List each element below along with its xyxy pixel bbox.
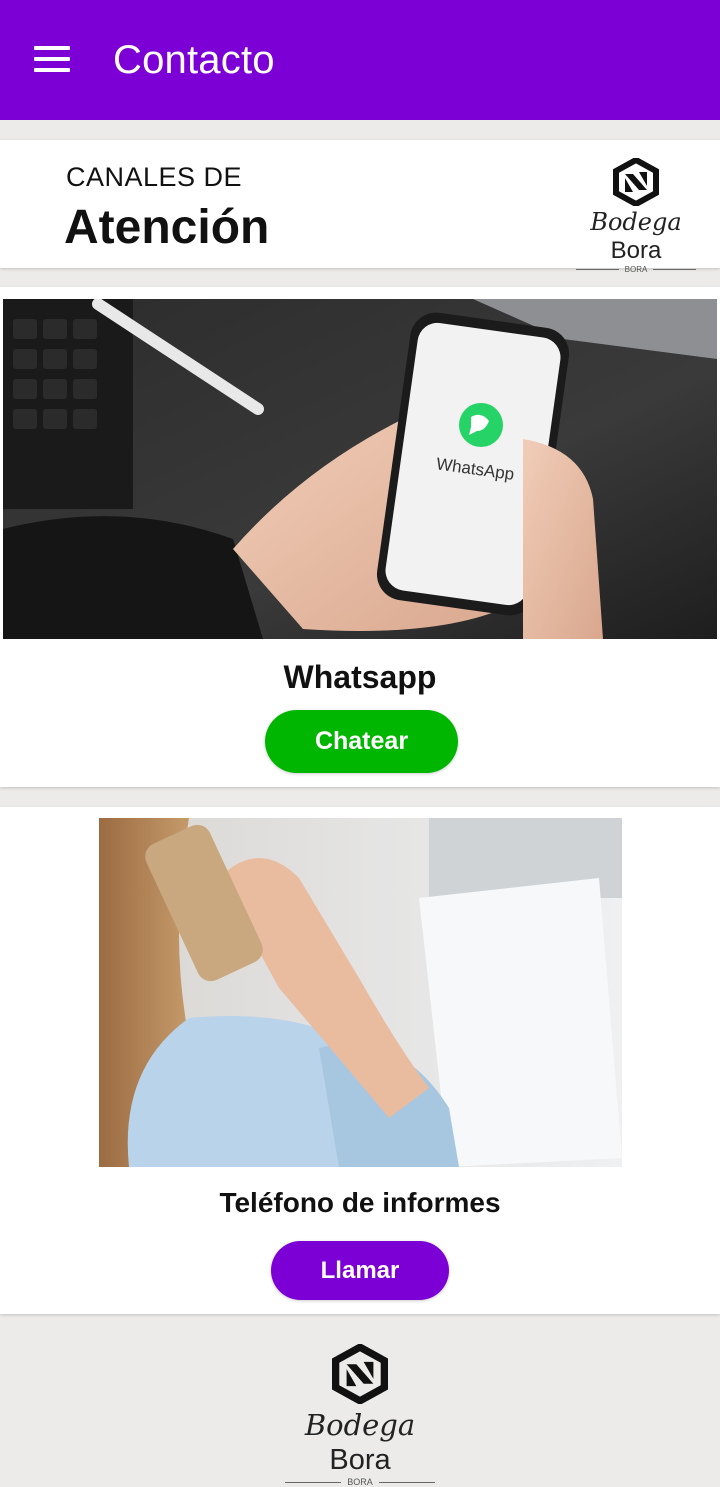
whatsapp-photo: WhatsApp — [3, 299, 717, 639]
channels-header: CANALES DE Atención Bodega Bora BORA — [0, 140, 720, 274]
call-button[interactable]: Llamar — [271, 1241, 449, 1300]
brand-logo: Bodega Bora BORA — [566, 158, 706, 274]
telefono-photo — [99, 818, 622, 1167]
header-subtitle: CANALES DE — [66, 162, 243, 192]
page-title: Contacto — [113, 38, 275, 82]
footer-hexagon-icon — [332, 1344, 388, 1404]
app-bar: Contacto — [0, 0, 720, 120]
brand-name-part1: Bodega — [590, 208, 682, 236]
telefono-title: Teléfono de informes — [219, 1187, 501, 1218]
footer-brand-part2: Bora — [329, 1444, 391, 1476]
telefono-card: Teléfono de informes Llamar — [0, 807, 720, 1314]
hamburger-menu-icon[interactable] — [30, 42, 74, 78]
whatsapp-card: WhatsApp Whatsapp Chatear — [0, 287, 720, 787]
brand-tagline: BORA — [624, 265, 648, 274]
header-title: Atención — [64, 201, 270, 254]
whatsapp-title: Whatsapp — [283, 659, 437, 695]
footer-brand-tagline: BORA — [347, 1477, 373, 1487]
footer-brand-logo: Bodega Bora BORA — [275, 1344, 445, 1487]
brand-hexagon-icon — [613, 158, 659, 206]
footer: Bodega Bora BORA — [0, 1318, 720, 1487]
chat-button-label: Chatear — [314, 727, 409, 755]
call-button-label: Llamar — [320, 1256, 400, 1284]
brand-name-part2: Bora — [610, 237, 662, 264]
footer-brand-part1: Bodega — [304, 1408, 416, 1442]
chat-whatsapp-button[interactable]: Chatear — [265, 710, 458, 773]
